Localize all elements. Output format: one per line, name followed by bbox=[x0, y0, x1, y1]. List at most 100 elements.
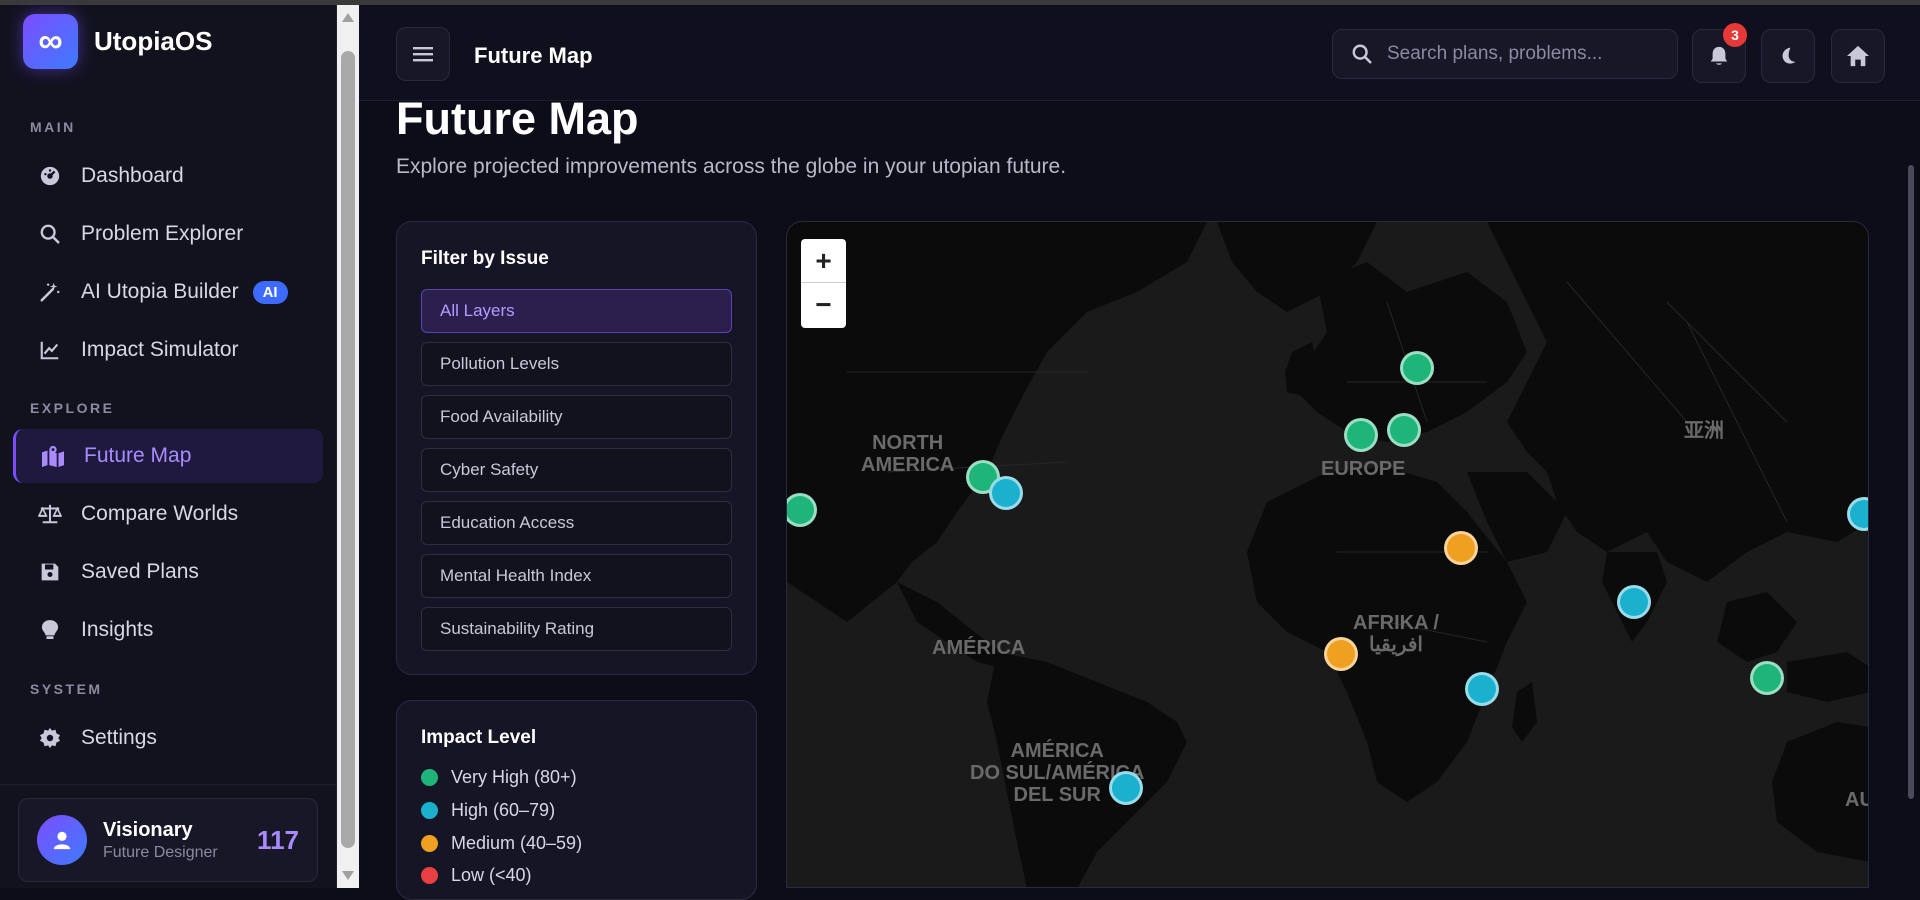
page-subtitle: Explore projected improvements across th… bbox=[396, 155, 1067, 178]
search-input[interactable] bbox=[1387, 43, 1667, 65]
map-marker-very-high[interactable] bbox=[1400, 351, 1434, 385]
map-marker-very-high[interactable] bbox=[1750, 661, 1784, 695]
home-icon bbox=[1847, 45, 1869, 67]
theme-toggle-button[interactable] bbox=[1761, 29, 1815, 83]
home-button[interactable] bbox=[1831, 29, 1885, 83]
legend-item: High (60–79) bbox=[421, 800, 555, 821]
sidebar-item-label: Future Map bbox=[84, 444, 192, 467]
scroll-down-arrow-icon[interactable] bbox=[342, 871, 354, 880]
filter-sustainability-rating[interactable]: Sustainability Rating bbox=[421, 607, 732, 651]
impact-level-panel: Impact Level Very High (80+) High (60–79… bbox=[396, 700, 757, 900]
lightbulb-icon bbox=[37, 617, 63, 643]
gauge-icon bbox=[37, 163, 63, 189]
infinity-logo-icon: ∞ bbox=[23, 14, 78, 69]
main-scrollbar[interactable] bbox=[1908, 165, 1914, 799]
avatar bbox=[37, 815, 87, 865]
legend-label: Low (<40) bbox=[451, 865, 532, 885]
sidebar-item-label: Settings bbox=[81, 726, 157, 749]
impact-panel-title: Impact Level bbox=[421, 727, 537, 748]
filter-cyber-safety[interactable]: Cyber Safety bbox=[421, 448, 732, 492]
legend-label: High (60–79) bbox=[451, 800, 556, 820]
filter-pollution-levels[interactable]: Pollution Levels bbox=[421, 342, 732, 386]
section-label-main: MAIN bbox=[30, 119, 76, 135]
map-label-north-america: NORTH AMERICA bbox=[861, 432, 955, 476]
sidebar-item-label: Problem Explorer bbox=[81, 222, 244, 245]
sidebar-item-insights[interactable]: Insights bbox=[13, 603, 323, 657]
legend-item: Low (<40) bbox=[421, 865, 532, 886]
sidebar-item-label: Dashboard bbox=[81, 164, 184, 187]
map-label-africa: AFRIKA / افريقيا bbox=[1353, 612, 1439, 656]
map-marker-high[interactable] bbox=[1465, 672, 1499, 706]
sidebar-item-ai-utopia-builder[interactable]: AI Utopia Builder AI bbox=[13, 265, 323, 319]
moon-icon bbox=[1782, 47, 1796, 64]
topbar-title: Future Map bbox=[474, 43, 593, 68]
bell-icon bbox=[1710, 46, 1728, 65]
sidebar-scrollbar[interactable] bbox=[337, 5, 359, 888]
legend-label: Very High (80+) bbox=[451, 767, 577, 787]
filter-education-access[interactable]: Education Access bbox=[421, 501, 732, 545]
floppy-disk-icon bbox=[37, 559, 63, 585]
scroll-up-arrow-icon[interactable] bbox=[342, 13, 354, 22]
hamburger-icon bbox=[413, 47, 433, 62]
search-icon bbox=[1352, 44, 1372, 64]
section-label-system: SYSTEM bbox=[30, 681, 103, 697]
gear-icon bbox=[37, 725, 63, 751]
legend-label: Medium (40–59) bbox=[451, 833, 583, 853]
user-name: Visionary bbox=[103, 818, 193, 841]
legend-dot-medium bbox=[421, 835, 438, 852]
map-label-america: AMÉRICA bbox=[932, 637, 1026, 659]
notification-count-badge: 3 bbox=[1723, 23, 1747, 47]
sidebar-item-label: AI Utopia Builder bbox=[81, 280, 239, 303]
scale-icon bbox=[37, 501, 63, 527]
sidebar-item-problem-explorer[interactable]: Problem Explorer bbox=[13, 207, 323, 261]
map-marker-high[interactable] bbox=[1617, 585, 1651, 619]
sidebar-item-label: Impact Simulator bbox=[81, 338, 239, 361]
menu-button[interactable] bbox=[396, 27, 450, 81]
map-marker-very-high[interactable] bbox=[1344, 418, 1378, 452]
map-marker-high[interactable] bbox=[1109, 771, 1143, 805]
zoom-out-button[interactable]: − bbox=[801, 283, 846, 327]
legend-dot-high bbox=[421, 802, 438, 819]
brand[interactable]: ∞ UtopiaOS bbox=[23, 14, 212, 69]
filter-mental-health-index[interactable]: Mental Health Index bbox=[421, 554, 732, 598]
filter-panel-title: Filter by Issue bbox=[421, 248, 549, 269]
filter-food-availability[interactable]: Food Availability bbox=[421, 395, 732, 439]
line-chart-icon bbox=[37, 337, 63, 363]
sidebar-item-label: Compare Worlds bbox=[81, 502, 239, 525]
user-icon bbox=[53, 831, 71, 850]
filter-panel: Filter by Issue All Layers Pollution Lev… bbox=[396, 221, 757, 675]
zoom-control[interactable]: + − bbox=[801, 239, 846, 328]
search-box[interactable] bbox=[1332, 29, 1678, 79]
zoom-in-button[interactable]: + bbox=[801, 239, 846, 283]
top-bar: Future Map 3 bbox=[359, 5, 1920, 101]
map-landmasses bbox=[787, 222, 1868, 887]
sidebar-item-dashboard[interactable]: Dashboard bbox=[13, 149, 323, 203]
legend-dot-very-high bbox=[421, 769, 438, 786]
filter-all-layers[interactable]: All Layers bbox=[421, 289, 732, 333]
ai-badge: AI bbox=[252, 280, 288, 304]
sidebar-item-compare-worlds[interactable]: Compare Worlds bbox=[13, 487, 323, 541]
legend-item: Very High (80+) bbox=[421, 767, 577, 788]
map-marker-very-high[interactable] bbox=[1387, 413, 1421, 447]
main-content: Future Map Explore projected improvement… bbox=[359, 5, 1920, 900]
map-marker-high[interactable] bbox=[989, 476, 1023, 510]
legend-dot-low bbox=[421, 867, 438, 884]
notifications-button[interactable]: 3 bbox=[1692, 23, 1747, 83]
world-map[interactable]: + − NORTH AMERICA EUROPE 亚洲 AMÉRICA AFRI… bbox=[786, 221, 1869, 888]
sidebar: ∞ UtopiaOS MAIN Dashboard Problem Explor… bbox=[0, 5, 337, 888]
map-marker-medium[interactable] bbox=[1444, 531, 1478, 565]
sidebar-item-impact-simulator[interactable]: Impact Simulator bbox=[13, 323, 323, 377]
scrollbar-thumb[interactable] bbox=[341, 51, 355, 848]
user-role: Future Designer bbox=[103, 843, 218, 861]
sidebar-item-future-map[interactable]: Future Map bbox=[13, 429, 323, 483]
magic-wand-icon bbox=[37, 279, 63, 305]
user-profile-card[interactable]: Visionary Future Designer 117 bbox=[18, 798, 318, 882]
map-marker-medium[interactable] bbox=[1324, 637, 1358, 671]
sidebar-item-saved-plans[interactable]: Saved Plans bbox=[13, 545, 323, 599]
section-label-explore: EXPLORE bbox=[30, 400, 115, 416]
app-name: UtopiaOS bbox=[94, 26, 213, 56]
map-label-europe: EUROPE bbox=[1321, 458, 1406, 480]
map-label-australia: AU bbox=[1845, 789, 1868, 811]
sidebar-item-settings[interactable]: Settings bbox=[13, 711, 323, 765]
legend-item: Medium (40–59) bbox=[421, 833, 582, 854]
